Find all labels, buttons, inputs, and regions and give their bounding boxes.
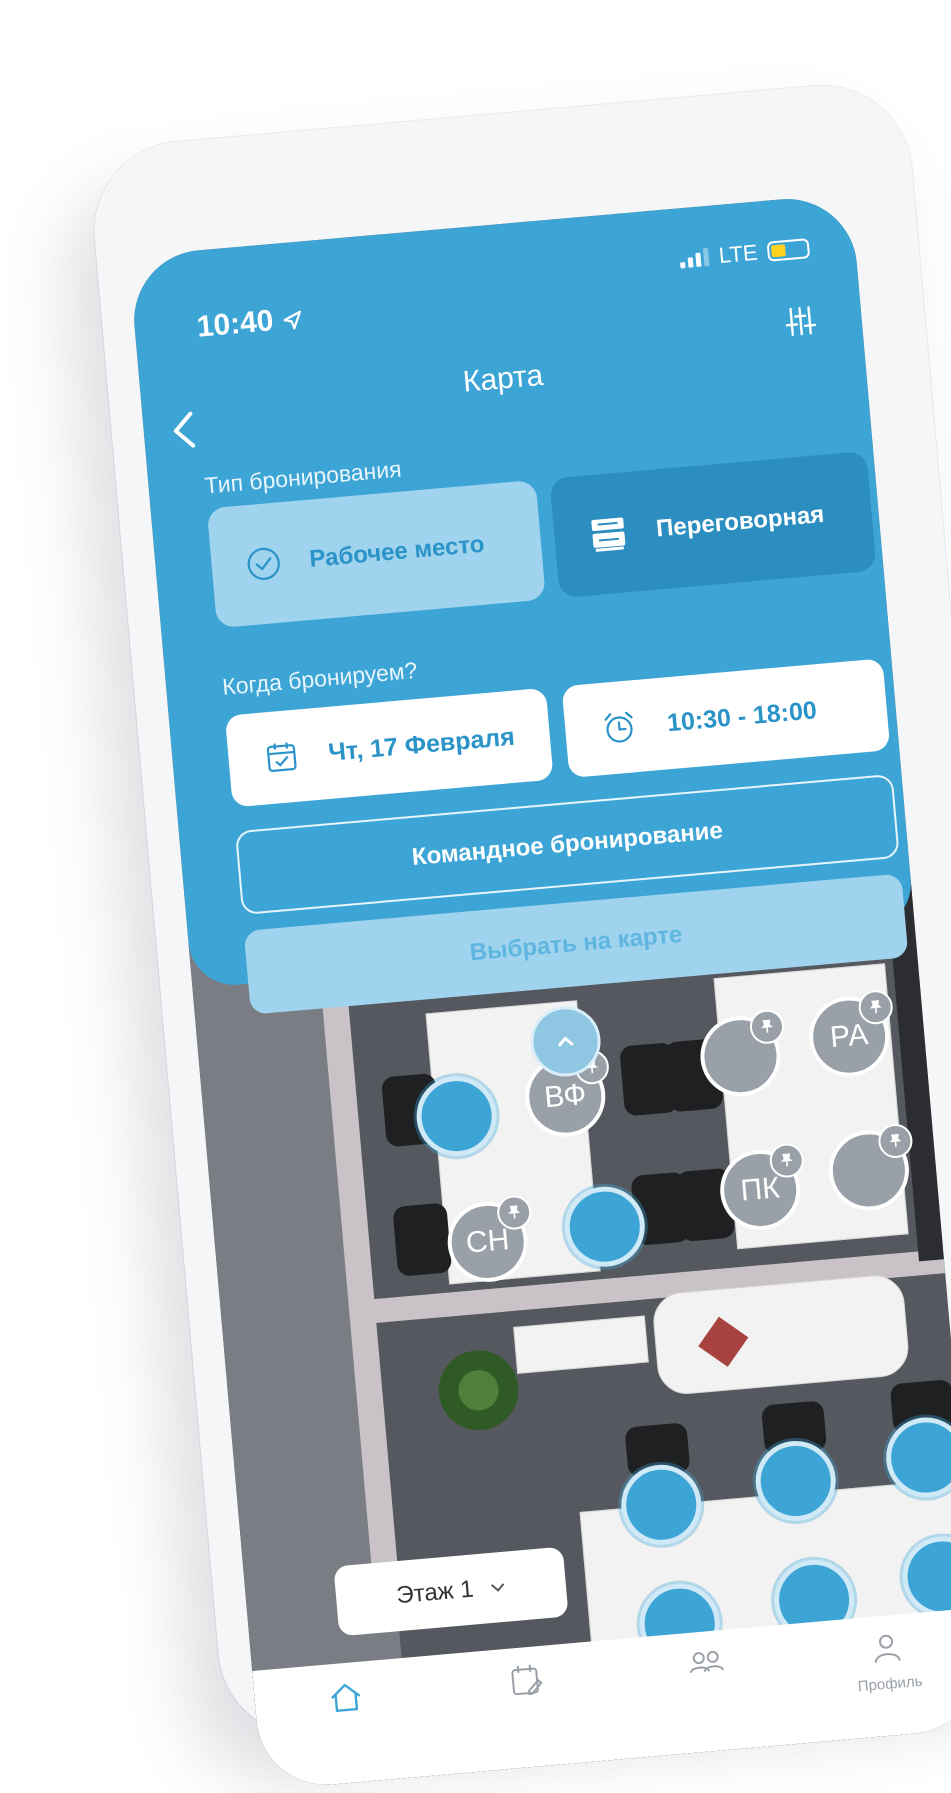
booking-type-meeting-room-label: Переговорная [655, 500, 826, 543]
page-title: Карта [461, 358, 545, 399]
battery-icon [766, 238, 811, 262]
home-icon [330, 1683, 361, 1713]
tab-profile-label: Профиль [857, 1672, 924, 1696]
booking-type-workplace[interactable]: Рабочее место [206, 479, 546, 629]
tab-bookings[interactable] [464, 1656, 587, 1706]
booking-type-more[interactable] [876, 444, 947, 570]
time-value: 10:30 - 18:00 [665, 695, 818, 737]
time-picker-button[interactable]: 10:30 - 18:00 [561, 658, 891, 779]
signal-icon [679, 247, 710, 269]
calendar-icon [266, 742, 297, 772]
plant [435, 1346, 522, 1434]
check-circle-icon [247, 547, 280, 580]
chevron-up-icon [558, 1036, 574, 1047]
date-value: Чт, 17 Февраля [327, 722, 516, 767]
booking-type-workplace-label: Рабочее место [308, 530, 486, 573]
when-label: Когда бронируем? [221, 656, 419, 700]
floor-label: Этаж 1 [395, 1575, 475, 1610]
seat-initials: РА [828, 1018, 870, 1055]
status-time: 10:40 [195, 302, 305, 345]
seat-initials: СН [464, 1223, 511, 1260]
booking-panel: 10:40 LTE Карта Тип бронирования Рабочее… [128, 193, 947, 1015]
tab-profile[interactable]: Профиль [826, 1625, 951, 1698]
team-icon [690, 1650, 725, 1674]
bench [513, 1315, 649, 1374]
tab-team[interactable] [645, 1640, 768, 1690]
calendar-edit-icon [511, 1664, 543, 1696]
status-indicators: LTE [679, 235, 811, 272]
seat-initials: ВФ [542, 1077, 588, 1115]
location-arrow-icon [283, 310, 302, 330]
tab-home[interactable] [284, 1672, 407, 1722]
status-time-text: 10:40 [195, 304, 275, 344]
date-picker-button[interactable]: Чт, 17 Февраля [224, 687, 554, 808]
chevron-down-icon [490, 1583, 505, 1592]
network-label: LTE [717, 239, 759, 268]
sofa [650, 1272, 911, 1397]
seat-initials: ПК [739, 1171, 782, 1208]
app-screen: ВФ РА СН ПК 10:40 LTE Карта Тип брониров… [128, 193, 951, 1791]
booking-type-meeting-room[interactable]: Переговорная [549, 450, 877, 599]
chair [392, 1202, 453, 1277]
phone-frame: ВФ РА СН ПК 10:40 LTE Карта Тип брониров… [86, 78, 951, 1791]
meeting-room-icon [591, 517, 626, 552]
phone-mockup: ВФ РА СН ПК 10:40 LTE Карта Тип брониров… [80, 0, 951, 1791]
user-icon [875, 1634, 902, 1663]
alarm-clock-icon [604, 711, 633, 743]
